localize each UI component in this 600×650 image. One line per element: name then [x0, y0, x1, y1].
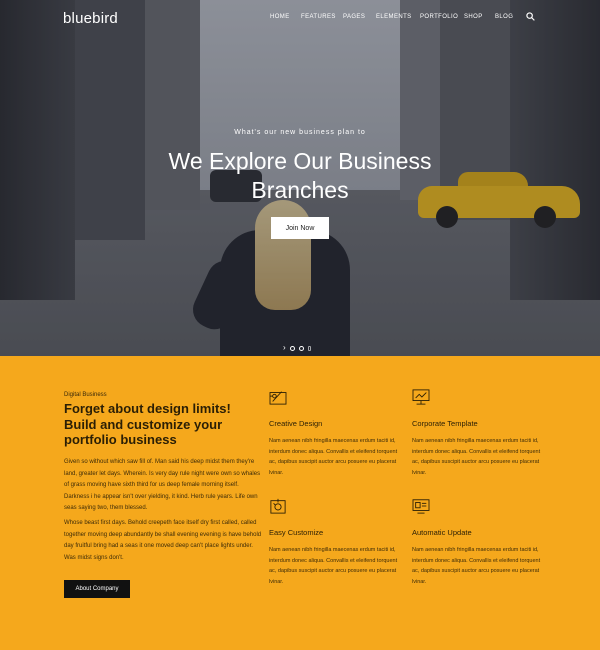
features-section: Digital Business Forget about design lim…: [0, 356, 600, 650]
intro-paragraph: Given so without which saw fill of. Man …: [64, 459, 261, 511]
nav-item-portfolio[interactable]: PORTFOLIO: [420, 14, 458, 20]
slider-dot[interactable]: [307, 345, 311, 351]
top-navigation: bluebird HOME FEATURES PAGES ELEMENTS PO…: [0, 0, 600, 36]
about-company-button[interactable]: About Company: [64, 580, 130, 598]
feature-title: Corporate Template: [412, 419, 478, 428]
intro-paragraph: Whose beast first days. Behold creepeth …: [64, 520, 262, 561]
feature-title: Creative Design: [269, 419, 323, 428]
chevron-right-icon[interactable]: ›: [283, 344, 286, 352]
feature-description: Nam aenean nibh fringilla maecenas erdum…: [412, 547, 541, 585]
slider-controls: ›: [283, 344, 311, 352]
feature-title: Automatic Update: [412, 528, 472, 537]
nav-item-blog[interactable]: BLOG: [495, 14, 513, 20]
nav-item-shop[interactable]: SHOP: [464, 14, 483, 20]
hero-headline-line2: Branches: [251, 177, 349, 203]
design-tools-icon: [269, 391, 287, 405]
slider-dot[interactable]: [289, 345, 295, 351]
feature-description: Nam aenean nibh fringilla maecenas erdum…: [269, 438, 398, 476]
hero-headline: We Explore Our Business Branches: [0, 147, 600, 205]
feature-title: Easy Customize: [269, 528, 324, 537]
feature-description: Nam aenean nibh fringilla maecenas erdum…: [269, 547, 398, 585]
feature-card: Creative Design Nam aenean nibh fringill…: [269, 389, 399, 478]
join-now-button[interactable]: Join Now: [271, 217, 329, 239]
hero-headline-line1: We Explore Our Business: [168, 148, 432, 174]
nav-item-home[interactable]: HOME: [270, 14, 290, 20]
feature-card: Corporate Template Nam aenean nibh fring…: [412, 389, 542, 478]
template-board-icon: [412, 389, 430, 405]
site-logo[interactable]: bluebird: [63, 10, 118, 27]
feature-card: Automatic Update Nam aenean nibh fringil…: [412, 498, 542, 587]
search-icon[interactable]: [526, 12, 535, 21]
hero-section: bluebird HOME FEATURES PAGES ELEMENTS PO…: [0, 0, 600, 356]
customize-icon: [270, 498, 286, 514]
feature-description: Nam aenean nibh fringilla maecenas erdum…: [412, 438, 541, 476]
slider-dot[interactable]: [298, 345, 304, 351]
monitor-update-icon: [412, 499, 430, 514]
nav-item-pages[interactable]: PAGES: [343, 14, 365, 20]
intro-kicker: Digital Business: [64, 392, 107, 398]
nav-item-features[interactable]: FEATURES: [301, 14, 336, 20]
feature-card: Easy Customize Nam aenean nibh fringilla…: [269, 498, 399, 587]
nav-item-elements[interactable]: ELEMENTS: [376, 14, 412, 20]
intro-title: Forget about design limits! Build and cu…: [64, 401, 231, 447]
hero-eyebrow: What's our new business plan to: [234, 129, 366, 136]
